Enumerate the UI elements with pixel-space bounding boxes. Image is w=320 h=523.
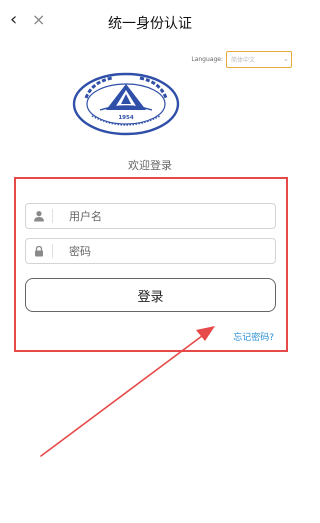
page-title: 统一身份认证	[108, 16, 192, 32]
password-field[interactable]	[25, 238, 276, 264]
university-logo: 1954	[72, 72, 180, 136]
language-selected-value: 简体中文	[231, 56, 256, 64]
user-icon	[26, 204, 52, 228]
chevron-down-icon: ⌄	[283, 55, 289, 63]
username-input[interactable]	[69, 209, 249, 223]
forgot-password-link[interactable]: 忘记密码?	[233, 330, 274, 343]
username-field[interactable]	[25, 203, 276, 229]
field-divider	[52, 209, 53, 223]
password-input[interactable]	[69, 244, 249, 258]
field-divider	[52, 244, 53, 258]
login-button[interactable]: 登录	[25, 278, 276, 312]
language-select[interactable]: 简体中文 ⌄	[226, 50, 292, 68]
lock-icon	[26, 239, 52, 263]
logo-year: 1954	[118, 115, 133, 121]
language-label: Language:	[191, 55, 223, 63]
language-switcher: Language: 简体中文 ⌄	[191, 50, 292, 68]
nav-bar: ‹ × 统一身份认证	[0, 4, 300, 38]
welcome-text: 欢迎登录	[128, 159, 172, 172]
